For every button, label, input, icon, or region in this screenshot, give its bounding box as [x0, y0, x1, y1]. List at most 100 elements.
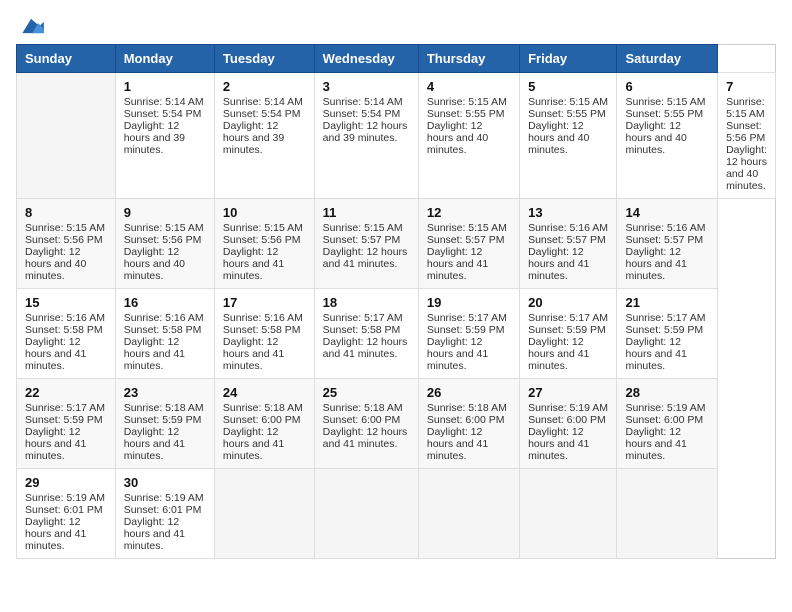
sunrise-label: Sunrise: 5:17 AM — [427, 312, 507, 324]
empty-cell — [617, 469, 718, 559]
daylight-label: Daylight: 12 hours and 41 minutes. — [427, 426, 488, 462]
day-cell-12: 12Sunrise: 5:15 AMSunset: 5:57 PMDayligh… — [418, 199, 519, 289]
daylight-label: Daylight: 12 hours and 41 minutes. — [223, 336, 284, 372]
empty-cell — [314, 469, 418, 559]
sunrise-label: Sunrise: 5:19 AM — [625, 402, 705, 414]
sunset-label: Sunset: 5:59 PM — [124, 414, 202, 426]
day-number: 4 — [427, 79, 511, 94]
week-row-3: 15Sunrise: 5:16 AMSunset: 5:58 PMDayligh… — [17, 289, 776, 379]
week-row-1: 1Sunrise: 5:14 AMSunset: 5:54 PMDaylight… — [17, 73, 776, 199]
empty-cell — [17, 73, 116, 199]
day-cell-11: 11 Sunrise: 5:15 AMSunset: 5:57 PMDayligh… — [314, 199, 418, 289]
sunset-label: Sunset: 6:01 PM — [124, 504, 202, 516]
sunset-label: Sunset: 6:01 PM — [25, 504, 103, 516]
sunset-label: Sunset: 5:54 PM — [323, 108, 401, 120]
day-cell-27: 27Sunrise: 5:19 AMSunset: 6:00 PMDayligh… — [520, 379, 617, 469]
daylight-label: Daylight: 12 hours and 41 minutes. — [25, 426, 86, 462]
daylight-label: Daylight: 12 hours and 41 minutes. — [323, 246, 408, 270]
day-number: 12 — [427, 205, 511, 220]
daylight-label: Daylight: 12 hours and 41 minutes. — [528, 336, 589, 372]
sunrise-label: Sunrise: 5:18 AM — [223, 402, 303, 414]
sunrise-label: Sunrise: 5:18 AM — [323, 402, 403, 414]
daylight-label: Daylight: 12 hours and 41 minutes. — [528, 246, 589, 282]
sunset-label: Sunset: 5:56 PM — [124, 234, 202, 246]
daylight-label: Daylight: 12 hours and 40 minutes. — [625, 120, 686, 156]
day-number: 8 — [25, 205, 107, 220]
sunrise-label: Sunrise: 5:19 AM — [124, 492, 204, 504]
daylight-label: Daylight: 12 hours and 41 minutes. — [25, 516, 86, 552]
sunset-label: Sunset: 5:56 PM — [223, 234, 301, 246]
sunrise-label: Sunrise: 5:15 AM — [726, 96, 765, 120]
sunset-label: Sunset: 5:59 PM — [528, 324, 606, 336]
daylight-label: Daylight: 12 hours and 40 minutes. — [427, 120, 488, 156]
sunset-label: Sunset: 5:58 PM — [323, 324, 401, 336]
daylight-label: Daylight: 12 hours and 41 minutes. — [124, 336, 185, 372]
day-number: 30 — [124, 475, 206, 490]
day-number: 15 — [25, 295, 107, 310]
daylight-label: Daylight: 12 hours and 40 minutes. — [726, 144, 767, 192]
col-header-tuesday: Tuesday — [214, 45, 314, 73]
day-cell-22: 22Sunrise: 5:17 AMSunset: 5:59 PMDayligh… — [17, 379, 116, 469]
sunset-label: Sunset: 5:59 PM — [427, 324, 505, 336]
sunrise-label: Sunrise: 5:15 AM — [223, 222, 303, 234]
daylight-label: Daylight: 12 hours and 39 minutes. — [223, 120, 284, 156]
day-number: 10 — [223, 205, 306, 220]
day-cell-4: 4Sunrise: 5:15 AMSunset: 5:55 PMDaylight… — [418, 73, 519, 199]
page-header — [16, 16, 776, 36]
col-header-thursday: Thursday — [418, 45, 519, 73]
sunset-label: Sunset: 5:57 PM — [528, 234, 606, 246]
sunrise-label: Sunrise: 5:15 AM — [25, 222, 105, 234]
sunrise-label: Sunrise: 5:18 AM — [124, 402, 204, 414]
sunset-label: Sunset: 6:00 PM — [625, 414, 703, 426]
sunset-label: Sunset: 5:57 PM — [323, 234, 401, 246]
calendar-table: SundayMondayTuesdayWednesdayThursdayFrid… — [16, 44, 776, 559]
day-cell-30: 30 Sunrise: 5:19 AMSunset: 6:01 PMDayligh… — [115, 469, 214, 559]
day-number: 21 — [625, 295, 709, 310]
sunrise-label: Sunrise: 5:18 AM — [427, 402, 507, 414]
daylight-label: Daylight: 12 hours and 41 minutes. — [223, 426, 284, 462]
day-number: 11 — [323, 205, 410, 220]
daylight-label: Daylight: 12 hours and 41 minutes. — [124, 516, 185, 552]
day-cell-18: 18Sunrise: 5:17 AMSunset: 5:58 PMDayligh… — [314, 289, 418, 379]
day-number: 16 — [124, 295, 206, 310]
sunrise-label: Sunrise: 5:15 AM — [323, 222, 403, 234]
day-cell-24: 24Sunrise: 5:18 AMSunset: 6:00 PMDayligh… — [214, 379, 314, 469]
day-number: 20 — [528, 295, 608, 310]
sunrise-label: Sunrise: 5:16 AM — [625, 222, 705, 234]
sunset-label: Sunset: 5:55 PM — [625, 108, 703, 120]
sunset-label: Sunset: 5:58 PM — [223, 324, 301, 336]
sunset-label: Sunset: 5:54 PM — [223, 108, 301, 120]
day-number: 23 — [124, 385, 206, 400]
day-cell-19: 19Sunrise: 5:17 AMSunset: 5:59 PMDayligh… — [418, 289, 519, 379]
sunset-label: Sunset: 5:59 PM — [25, 414, 103, 426]
sunset-label: Sunset: 5:59 PM — [625, 324, 703, 336]
sunrise-label: Sunrise: 5:17 AM — [323, 312, 403, 324]
empty-cell — [418, 469, 519, 559]
day-number: 26 — [427, 385, 511, 400]
day-cell-23: 23Sunrise: 5:18 AMSunset: 5:59 PMDayligh… — [115, 379, 214, 469]
sunrise-label: Sunrise: 5:17 AM — [25, 402, 105, 414]
sunrise-label: Sunrise: 5:14 AM — [223, 96, 303, 108]
sunrise-label: Sunrise: 5:17 AM — [625, 312, 705, 324]
day-cell-28: 28Sunrise: 5:19 AMSunset: 6:00 PMDayligh… — [617, 379, 718, 469]
day-number: 5 — [528, 79, 608, 94]
week-row-5: 29Sunrise: 5:19 AMSunset: 6:01 PMDayligh… — [17, 469, 776, 559]
sunset-label: Sunset: 6:00 PM — [223, 414, 301, 426]
daylight-label: Daylight: 12 hours and 41 minutes. — [323, 336, 408, 360]
sunrise-label: Sunrise: 5:15 AM — [625, 96, 705, 108]
empty-cell — [520, 469, 617, 559]
sunset-label: Sunset: 5:56 PM — [25, 234, 103, 246]
day-number: 7 — [726, 79, 767, 94]
logo-icon — [16, 16, 46, 36]
sunset-label: Sunset: 6:00 PM — [427, 414, 505, 426]
daylight-label: Daylight: 12 hours and 41 minutes. — [625, 426, 686, 462]
sunset-label: Sunset: 6:00 PM — [528, 414, 606, 426]
day-cell-14: 14Sunrise: 5:16 AMSunset: 5:57 PMDayligh… — [617, 199, 718, 289]
day-number: 9 — [124, 205, 206, 220]
daylight-label: Daylight: 12 hours and 41 minutes. — [25, 336, 86, 372]
daylight-label: Daylight: 12 hours and 39 minutes. — [124, 120, 185, 156]
sunset-label: Sunset: 5:58 PM — [124, 324, 202, 336]
col-header-monday: Monday — [115, 45, 214, 73]
daylight-label: Daylight: 12 hours and 41 minutes. — [427, 246, 488, 282]
day-number: 14 — [625, 205, 709, 220]
